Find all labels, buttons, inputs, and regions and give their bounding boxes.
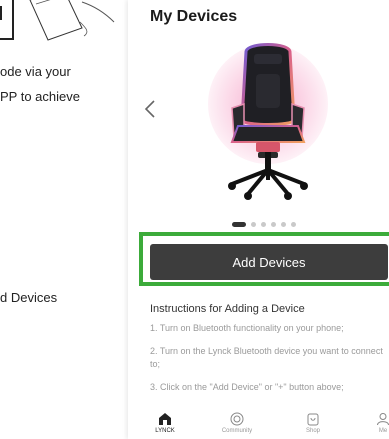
home-icon — [159, 413, 171, 425]
instruction-step: 3. Click on the "Add Device" or "+" butt… — [150, 382, 344, 392]
carousel-dot[interactable] — [261, 222, 266, 227]
my-devices-screen: My Devices Add Devices Instructions for … — [128, 0, 389, 439]
gaming-chair-image[interactable] — [198, 34, 338, 204]
carousel-dot[interactable] — [281, 222, 286, 227]
page-title: My Devices — [150, 8, 238, 25]
add-devices-button[interactable]: Add Devices — [150, 244, 388, 280]
tab-label: Shop — [305, 428, 320, 434]
instructions-title: Instructions for Adding a Device — [150, 303, 305, 315]
carousel-dot[interactable] — [291, 222, 296, 227]
tab-lynck[interactable]: LYNCK — [140, 412, 190, 434]
shopping-bag-icon — [307, 413, 319, 426]
tab-label: Me — [378, 428, 388, 434]
tab-label: Community — [221, 428, 253, 434]
tab-community[interactable]: Community — [212, 412, 262, 434]
tab-label: LYNCK — [155, 428, 175, 434]
background-text-line: PP to achieve — [0, 89, 80, 104]
instruction-step: 2. Turn on the Lynck Bluetooth device yo… — [150, 346, 383, 369]
phone-hand-illustration — [29, 0, 115, 41]
carousel-dot[interactable] — [271, 222, 276, 227]
background-text-line: ode via your — [0, 64, 71, 79]
carousel-dot[interactable] — [251, 222, 256, 227]
instruction-step: 1. Turn on Bluetooth functionality on yo… — [150, 323, 344, 333]
compass-icon — [230, 412, 244, 426]
tab-me[interactable]: Me — [358, 412, 389, 434]
carousel-dot-active[interactable] — [232, 222, 246, 227]
chevron-left-icon[interactable] — [142, 98, 158, 120]
tab-shop[interactable]: Shop — [288, 412, 338, 434]
background-text-line: d Devices — [0, 290, 58, 305]
user-icon — [377, 413, 389, 426]
carousel-indicator[interactable] — [232, 222, 296, 227]
bottom-tab-bar: LYNCK Community Shop Me — [128, 412, 389, 439]
qr-code-icon — [0, 0, 14, 40]
background-instruction-page: ode via your PP to achieve d Devices — [0, 0, 128, 439]
